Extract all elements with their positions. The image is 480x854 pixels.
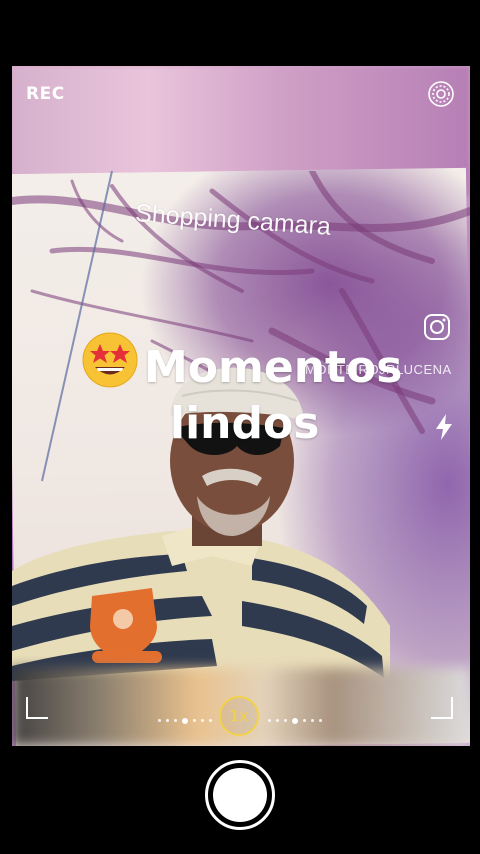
rec-indicator: REC bbox=[26, 84, 65, 104]
zoom-scale-right[interactable] bbox=[268, 710, 327, 729]
camera-screen: REC Shopping camara MONTEIROJRLUCENA Mom… bbox=[0, 0, 480, 854]
flash-icon[interactable] bbox=[432, 412, 456, 442]
star-struck-emoji-icon bbox=[82, 332, 138, 388]
shutter-button[interactable] bbox=[205, 760, 275, 830]
settings-ring-icon[interactable] bbox=[426, 79, 456, 109]
zoom-bar[interactable]: 1x bbox=[0, 695, 480, 736]
caption-text: Momentos lindos bbox=[80, 330, 420, 452]
shutter-inner bbox=[213, 768, 267, 822]
shirt-badge bbox=[90, 588, 162, 663]
caption-line-2: lindos bbox=[170, 398, 320, 449]
zoom-level-button[interactable]: 1x bbox=[219, 696, 259, 736]
zoom-scale-left[interactable] bbox=[158, 710, 217, 729]
instagram-icon[interactable] bbox=[423, 313, 451, 341]
caption-line-1: Momentos bbox=[144, 342, 403, 393]
